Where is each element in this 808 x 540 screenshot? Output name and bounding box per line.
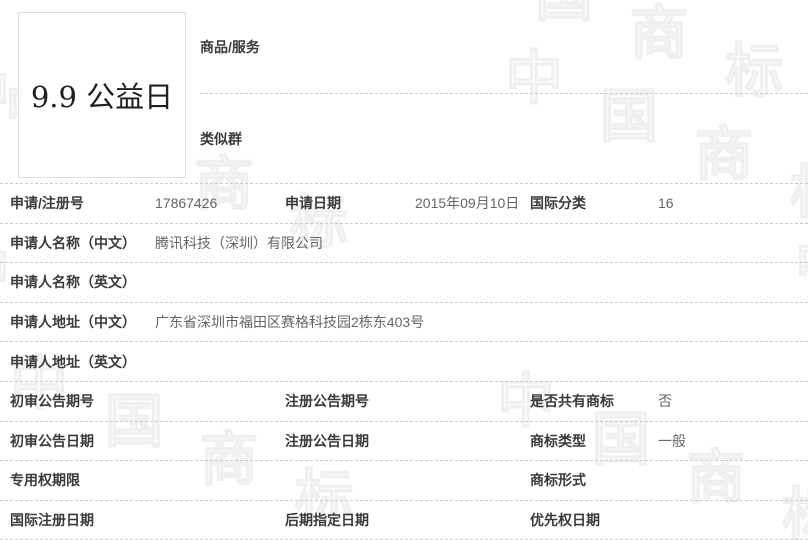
field-label-applicant-name-en: 申请人名称（英文）	[10, 274, 136, 291]
detail-table: 申请/注册号 17867426 申请日期 2015年09月10日 国际分类 16…	[0, 184, 808, 540]
field-value-applicant-address-cn: 广东省深圳市福田区赛格科技园2栋东403号	[155, 314, 425, 331]
field-label-applicant-address-en: 申请人地址（英文）	[10, 353, 136, 370]
goods-services-label: 商品/服务	[200, 38, 260, 55]
field-label-application-date: 申请日期	[285, 195, 341, 212]
trademark-detail-page: 中国商标中国商标中国商标中中中中国商标中国商标 9.9 公益日 商品/服务 类似…	[0, 0, 808, 540]
field-label-application-number: 申请/注册号	[10, 195, 84, 212]
field-label-intl-class: 国际分类	[530, 195, 586, 212]
field-label-applicant-address-cn: 申请人地址（中文）	[10, 314, 136, 331]
record-header: 9.9 公益日 商品/服务 类似群	[0, 0, 808, 184]
trademark-image-box: 9.9 公益日	[18, 12, 186, 178]
field-value-application-number: 17867426	[155, 195, 218, 212]
field-value-trademark-type: 一般	[658, 432, 686, 449]
table-row: 初审公告日期 注册公告日期 商标类型 一般	[0, 422, 808, 462]
field-value-shared-trademark: 否	[658, 393, 672, 410]
field-label-applicant-name-cn: 申请人名称（中文）	[10, 234, 136, 251]
field-label-priority-date: 优先权日期	[530, 512, 600, 529]
table-row: 申请人名称（英文）	[0, 263, 808, 303]
field-value-application-date: 2015年09月10日	[415, 195, 520, 212]
field-label-intl-registration-date: 国际注册日期	[10, 512, 94, 529]
field-label-subsequent-designation-date: 后期指定日期	[285, 512, 369, 529]
similar-group-row: 类似群	[200, 94, 808, 183]
field-label-registration-gazette-no: 注册公告期号	[285, 393, 369, 410]
table-row: 申请人名称（中文） 腾讯科技（深圳）有限公司	[0, 224, 808, 264]
field-label-registration-gazette-date: 注册公告日期	[285, 432, 369, 449]
trademark-record: 9.9 公益日 商品/服务 类似群 申请/注册号 17867426 申请日期 2…	[0, 0, 808, 540]
similar-group-label: 类似群	[200, 130, 242, 147]
table-row: 申请人地址（中文） 广东省深圳市福田区赛格科技园2栋东403号	[0, 303, 808, 343]
field-value-intl-class: 16	[658, 195, 674, 212]
goods-services-section: 商品/服务 类似群	[200, 0, 808, 183]
field-label-shared-trademark: 是否共有商标	[530, 393, 614, 410]
goods-services-row: 商品/服务	[200, 0, 808, 94]
table-row: 申请人地址（英文）	[0, 342, 808, 382]
field-label-preliminary-gazette-no: 初审公告期号	[10, 393, 94, 410]
field-label-trademark-type: 商标类型	[530, 432, 586, 449]
field-value-applicant-name-cn: 腾讯科技（深圳）有限公司	[155, 234, 323, 251]
trademark-text: 9.9 公益日	[30, 80, 174, 114]
table-row: 申请/注册号 17867426 申请日期 2015年09月10日 国际分类 16	[0, 184, 808, 224]
table-row: 初审公告期号 注册公告期号 是否共有商标 否	[0, 382, 808, 422]
field-label-exclusive-right-period: 专用权期限	[10, 472, 80, 489]
field-label-preliminary-gazette-date: 初审公告日期	[10, 432, 94, 449]
table-row: 国际注册日期 后期指定日期 优先权日期	[0, 501, 808, 540]
field-label-trademark-form: 商标形式	[530, 472, 586, 489]
table-row: 专用权期限 商标形式	[0, 461, 808, 501]
